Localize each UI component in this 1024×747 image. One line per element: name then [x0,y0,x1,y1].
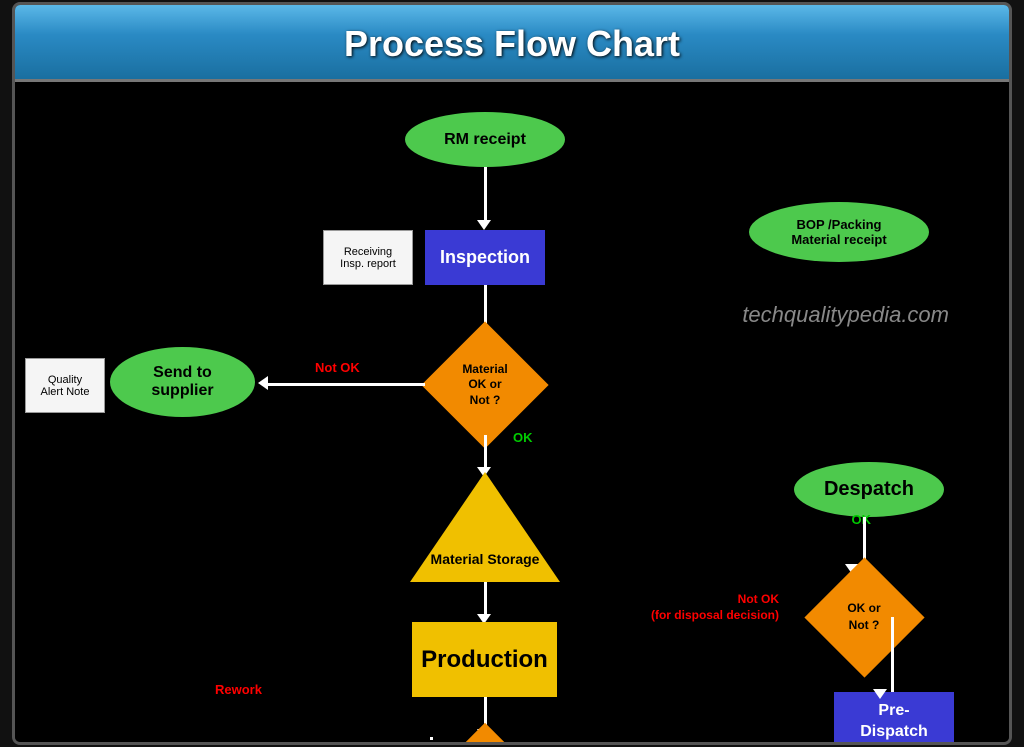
not-ok-label-1: Not OK [315,360,360,375]
chart-container: Process Flow Chart techqualitypedia.com … [12,2,1012,745]
material-ok-node: Material OK or Not ? [425,335,545,435]
quality-alert-node: Quality Alert Note [25,358,105,413]
chart-title: Process Flow Chart [15,23,1009,65]
arrowhead-rm-down [477,220,491,230]
rm-receipt-node: RM receipt [405,112,565,167]
inspection-node: Inspection [425,230,545,285]
ok-not-diamond [804,557,924,677]
arrowhead-ok-not-packaging [873,689,887,699]
ok-label-1: OK [513,430,533,445]
flow-area: techqualitypedia.com RM receipt BOP /Pac… [15,82,1009,742]
not-ok-disposal-label: Not OK (for disposal decision) [651,592,779,623]
material-storage-node: Material Storage [410,472,560,582]
pre-dispatch-node: Pre- Dispatch Inspection [834,692,954,745]
dummy [430,737,433,740]
arrow-ok-down [484,435,487,470]
arrowhead-not-ok [258,376,268,390]
receiving-report-node: Receiving Insp. report [323,230,413,285]
arrow-ok-not-to-packaging [891,617,894,692]
parts-ok-diamond [423,722,547,745]
arrow-storage-prod [484,582,487,617]
bop-packing-node: BOP /Packing Material receipt [749,202,929,262]
material-storage-label: Material Storage [410,551,560,567]
watermark: techqualitypedia.com [742,302,949,328]
ok-label-despatch: OK [852,512,872,527]
parts-ok-node: Are the parts ok? [430,737,540,745]
ok-not-node: OK or Not ? [809,572,919,662]
chart-header: Process Flow Chart [15,5,1009,82]
rework-label: Rework [215,682,262,697]
despatch-node: Despatch [794,462,944,517]
arrow-not-ok [265,383,425,386]
arrow-rm-down [484,167,487,222]
send-supplier-node: Send to supplier [110,347,255,417]
production-node: Production [412,622,557,697]
